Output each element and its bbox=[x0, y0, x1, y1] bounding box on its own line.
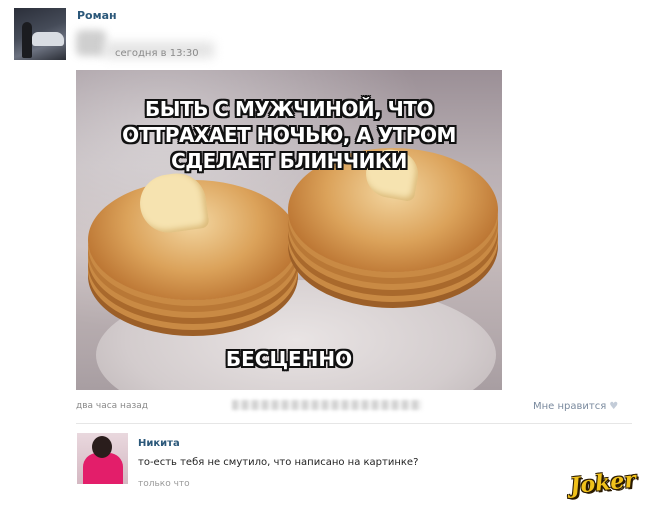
post-author-name[interactable]: Роман bbox=[77, 9, 117, 22]
heart-icon: ♥ bbox=[609, 401, 619, 412]
watermark-logo: Joker bbox=[568, 466, 638, 500]
blurred-region bbox=[232, 400, 422, 410]
divider bbox=[76, 423, 632, 424]
comment-text: то-есть тебя не смутило, что написано на… bbox=[138, 457, 419, 468]
comment-avatar[interactable] bbox=[77, 433, 128, 484]
blurred-region bbox=[76, 30, 106, 56]
author-avatar[interactable] bbox=[14, 8, 66, 60]
caption-line: ОТТРАХАЕТ НОЧЬЮ, А УТРОМ bbox=[122, 123, 456, 147]
plate bbox=[96, 280, 496, 390]
image-caption-top: БЫТЬ С МУЖЧИНОЙ, ЧТО ОТТРАХАЕТ НОЧЬЮ, А … bbox=[76, 96, 502, 174]
like-button[interactable]: Мне нравится ♥ bbox=[533, 401, 618, 412]
post-meta-time[interactable]: два часа назад bbox=[76, 401, 148, 411]
image-caption-bottom: БЕСЦЕННО bbox=[225, 347, 353, 371]
caption-line: СДЕЛАЕТ БЛИНЧИКИ bbox=[171, 149, 407, 173]
post-timestamp[interactable]: сегодня в 13:30 bbox=[115, 48, 199, 59]
caption-line: БЫТЬ С МУЖЧИНОЙ, ЧТО bbox=[144, 97, 434, 121]
like-label: Мне нравится bbox=[533, 401, 607, 412]
comment-timestamp[interactable]: только что bbox=[138, 479, 190, 489]
avatar-car bbox=[32, 32, 64, 46]
avatar-head bbox=[92, 436, 112, 458]
post-image[interactable]: БЫТЬ С МУЖЧИНОЙ, ЧТО ОТТРАХАЕТ НОЧЬЮ, А … bbox=[76, 70, 502, 390]
comment-author-name[interactable]: Никита bbox=[138, 438, 180, 449]
avatar-person bbox=[22, 22, 32, 58]
